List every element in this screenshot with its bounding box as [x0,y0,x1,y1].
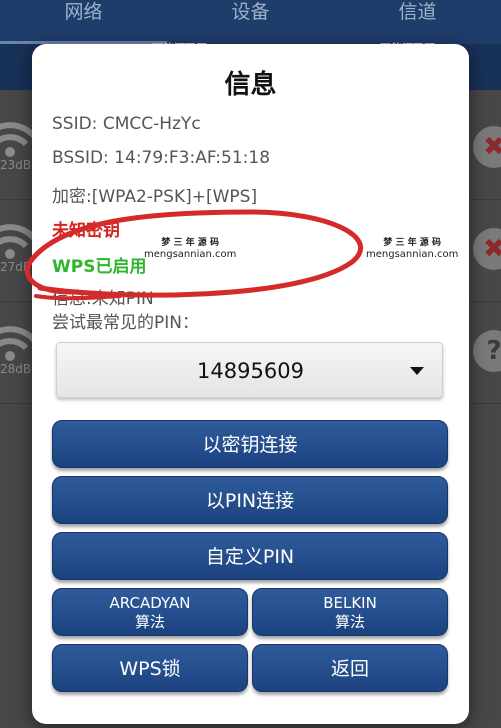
wifi-signal-icon [0,224,36,259]
encryption-text: 加密:[WPA2-PSK]+[WPS] [52,187,258,207]
tab-channels[interactable]: 信道 [334,0,501,44]
watermark-cn: 梦 三 年 源 码 [161,238,219,248]
watermark: 梦 三 年 源 码 mengsannian.com [144,238,236,260]
bssid-text: BSSID: 14:79:F3:AF:51:18 [52,148,271,168]
help-icon[interactable]: ? [473,330,501,372]
watermark: 梦 三 年 源 码 mengsannian.com [366,238,458,260]
wps-status-text: WPS已启用 [52,257,147,277]
wifi-signal-icon [0,122,36,157]
back-button[interactable]: 返回 [252,644,448,692]
close-icon[interactable]: ✖ [473,228,501,270]
tab-devices[interactable]: 设备 [167,0,334,44]
ssid-text: SSID: CMCC-HzYc [52,114,201,134]
connect-with-pin-button[interactable]: 以PIN连接 [52,476,448,524]
belkin-algorithm-button[interactable]: BELKIN 算法 [252,588,448,636]
app-tab-bar: 网络 设备 信道 [0,0,501,44]
dialog-title: 信息 [224,70,277,100]
wps-lock-button[interactable]: WPS锁 [52,644,248,692]
try-common-pin-label: 尝试最常见的PIN： [52,313,199,333]
belkin-label: BELKIN [323,594,377,612]
custom-pin-button[interactable]: 自定义PIN [52,532,448,580]
belkin-sublabel: 算法 [334,613,365,631]
tab-network[interactable]: 网络 [0,0,167,44]
signal-strength: 23dB [0,158,32,172]
arcadyan-algorithm-button[interactable]: ARCADYAN 算法 [52,588,248,636]
pin-info-text: 信息:未知PIN [52,289,154,309]
pin-dropdown[interactable]: 14895609 [56,342,443,398]
watermark-url: mengsannian.com [366,249,459,260]
arcadyan-sublabel: 算法 [134,613,165,631]
connect-with-key-button[interactable]: 以密钥连接 [52,420,448,468]
signal-strength: 27dB [0,260,32,274]
info-dialog: 信息 SSID: CMCC-HzYc BSSID: 14:79:F3:AF:51… [32,44,469,724]
key-status-text: 未知密钥 [52,221,120,241]
pin-selected-value: 14895609 [197,359,304,383]
watermark-cn: 梦 三 年 源 码 [383,238,441,248]
close-icon[interactable]: ✖ [473,126,501,168]
arcadyan-label: ARCADYAN [109,594,191,612]
chevron-down-icon [410,367,424,375]
wifi-signal-icon [0,326,36,361]
watermark-url: mengsannian.com [144,249,237,260]
signal-strength: 28dB [0,362,32,376]
